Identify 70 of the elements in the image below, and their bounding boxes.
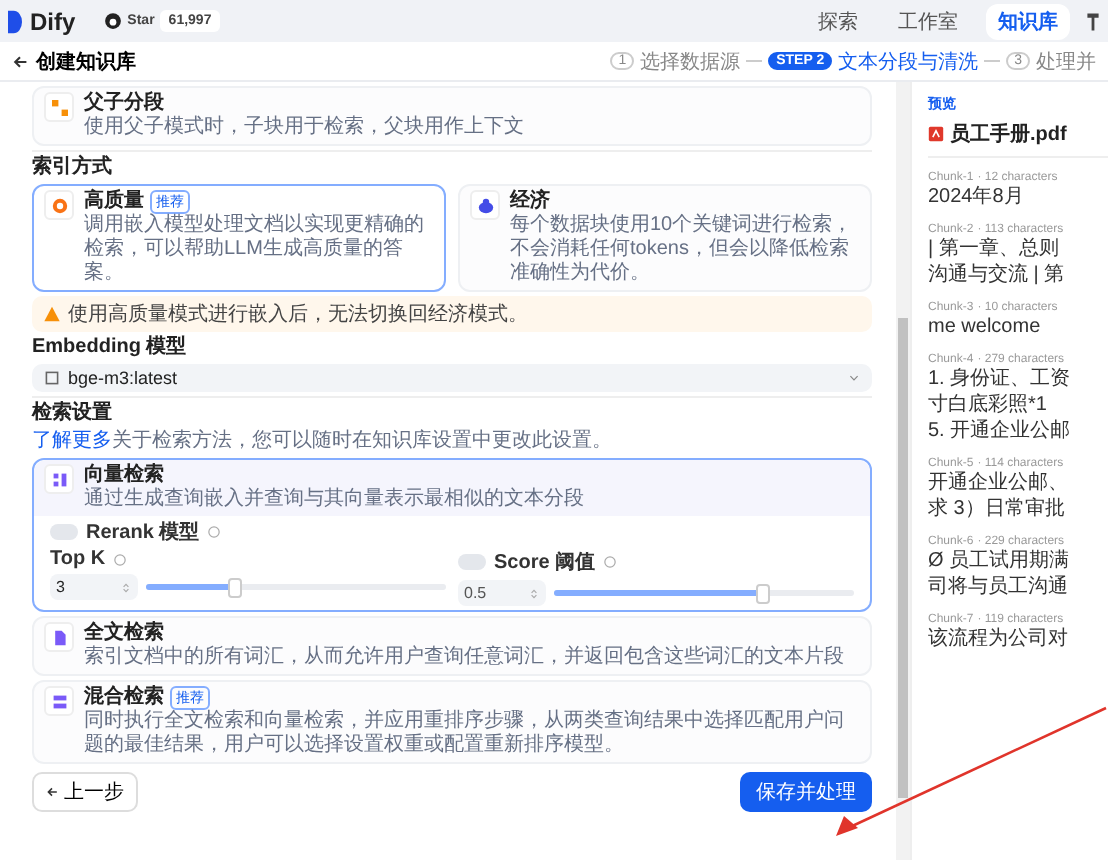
warning-text: 使用高质量模式进行嵌入后，无法切换回经济模式。 xyxy=(68,301,528,328)
previous-button[interactable]: 上一步 xyxy=(32,772,138,812)
help-icon xyxy=(207,526,220,538)
retrieval-method-card[interactable]: 向量检索 通过生成查询嵌入并查询与其向量表示最相似的文本分段 Rerank 模型 Top K 3 Score 阈值 0.5 xyxy=(32,458,872,612)
score-input[interactable]: 0.5 xyxy=(458,580,546,606)
split-icon xyxy=(51,99,67,115)
option-description: 每个数据块使用10个关键词进行检索，不会消耗任何tokens，但会以降低检索准确性为代价。 xyxy=(510,214,855,286)
rerank-toggle[interactable] xyxy=(50,524,78,540)
help-icon xyxy=(113,553,126,565)
scrollbar-thumb[interactable] xyxy=(898,318,908,798)
save-button[interactable]: 保存并处理 xyxy=(740,772,872,812)
option-description: 使用父子模式时，子块用于检索，父块用作上下文 xyxy=(84,116,524,140)
stepper-icon xyxy=(528,587,540,599)
help-icon xyxy=(603,556,616,568)
chunk-text: 开通企业公邮、 xyxy=(928,472,1070,496)
target-icon xyxy=(51,197,67,213)
chunk-text: Ø 员工试用期满 xyxy=(928,550,1072,574)
chunk-text: 1. 身份证、工资 xyxy=(928,368,1073,392)
method-title: 全文检索 xyxy=(84,622,164,645)
chunk-text: 该流程为公司对 xyxy=(928,628,1070,652)
method-title: 混合检索 xyxy=(84,686,164,709)
chunk-text: 求 3）日常审批 xyxy=(928,498,1067,522)
option-description: 调用嵌入模型处理文档以实现更精确的检索，可以帮助LLM生成高质量的答案。 xyxy=(84,214,426,286)
setting-label: Score 阈值 xyxy=(494,549,596,576)
option-title: 高质量 xyxy=(84,190,144,213)
chunk-text: 寸白底彩照*1 xyxy=(928,394,1049,418)
chevron-down-icon xyxy=(848,372,860,384)
option-title: 经济 xyxy=(510,190,550,214)
chunk-text: 5. 开通企业公邮 xyxy=(928,420,1073,444)
learn-more-link[interactable]: 了解更多 xyxy=(32,430,112,452)
field-label: Embedding 模型 xyxy=(32,336,189,360)
section-title: 索引方式 xyxy=(32,156,114,180)
layers-icon xyxy=(51,693,67,709)
grid-icon xyxy=(51,471,67,487)
chunk-text: 2024年8月 xyxy=(928,186,1026,210)
index-option-card[interactable]: 经济 每个数据块使用10个关键词进行检索，不会消耗任何tokens，但会以降低检索准确性为代价。 xyxy=(458,184,872,292)
method-description: 同时执行全文检索和向量检索，并应用重排序步骤，从两类查询结果中选择匹配用户问题的最佳结果，用户可以选择设置权重或配置重新排序模型。 xyxy=(84,710,846,758)
step-label: 文本分段与清洗 xyxy=(838,49,979,75)
method-title: 向量检索 xyxy=(84,464,164,487)
method-description: 索引文档中的所有词汇，从而允许用户查询任意词汇，并返回包含这些词汇的文本片段 xyxy=(84,646,844,670)
step-label: 选择数据源 xyxy=(640,49,741,75)
nav-tab[interactable]: 工作室 xyxy=(886,3,970,39)
option-title: 父子分段 xyxy=(84,92,164,116)
top-k-input[interactable]: 3 xyxy=(50,574,138,600)
method-description: 通过生成查询嵌入并查询与其向量表示最相似的文本分段 xyxy=(84,488,584,512)
arrow-left-icon xyxy=(46,786,58,798)
chunk-text: 沟通与交流 | 第 xyxy=(928,264,1067,288)
logo-text: Dify xyxy=(30,7,76,35)
model-select[interactable]: bge-m3:latest xyxy=(32,364,872,392)
nav-tab[interactable]: 知识库 xyxy=(986,3,1070,39)
chunk-text: me welcome xyxy=(928,316,1043,340)
score-toggle[interactable] xyxy=(458,554,486,570)
nav-tab[interactable]: 探索 xyxy=(806,3,870,39)
step-label: 处理并 xyxy=(1036,49,1096,75)
document-icon xyxy=(51,629,67,645)
pdf-icon xyxy=(928,126,944,142)
logo-icon xyxy=(8,9,22,33)
note-text: 关于检索方法，您可以随时在知识库设置中更改此设置。 xyxy=(112,430,612,452)
chunk-text: | 第一章、总则 xyxy=(928,238,1061,262)
chunk-text: 司将与员工沟通 xyxy=(928,576,1070,600)
retrieval-method-card[interactable]: 全文检索 索引文档中的所有词汇，从而允许用户查询任意词汇，并返回包含这些词汇的文本片段 xyxy=(32,616,872,676)
back-button[interactable]: 创建知识库 xyxy=(12,47,136,75)
warning-icon xyxy=(44,306,60,322)
section-title: 检索设置 xyxy=(32,402,114,426)
file-selector[interactable]: 员工手册.pdf xyxy=(928,120,1108,158)
github-icon xyxy=(103,12,122,30)
setting-label: Top K xyxy=(50,548,106,570)
setting-label: Rerank 模型 xyxy=(86,519,200,546)
arrow-left-icon xyxy=(12,53,28,69)
stepper-icon xyxy=(120,581,132,593)
